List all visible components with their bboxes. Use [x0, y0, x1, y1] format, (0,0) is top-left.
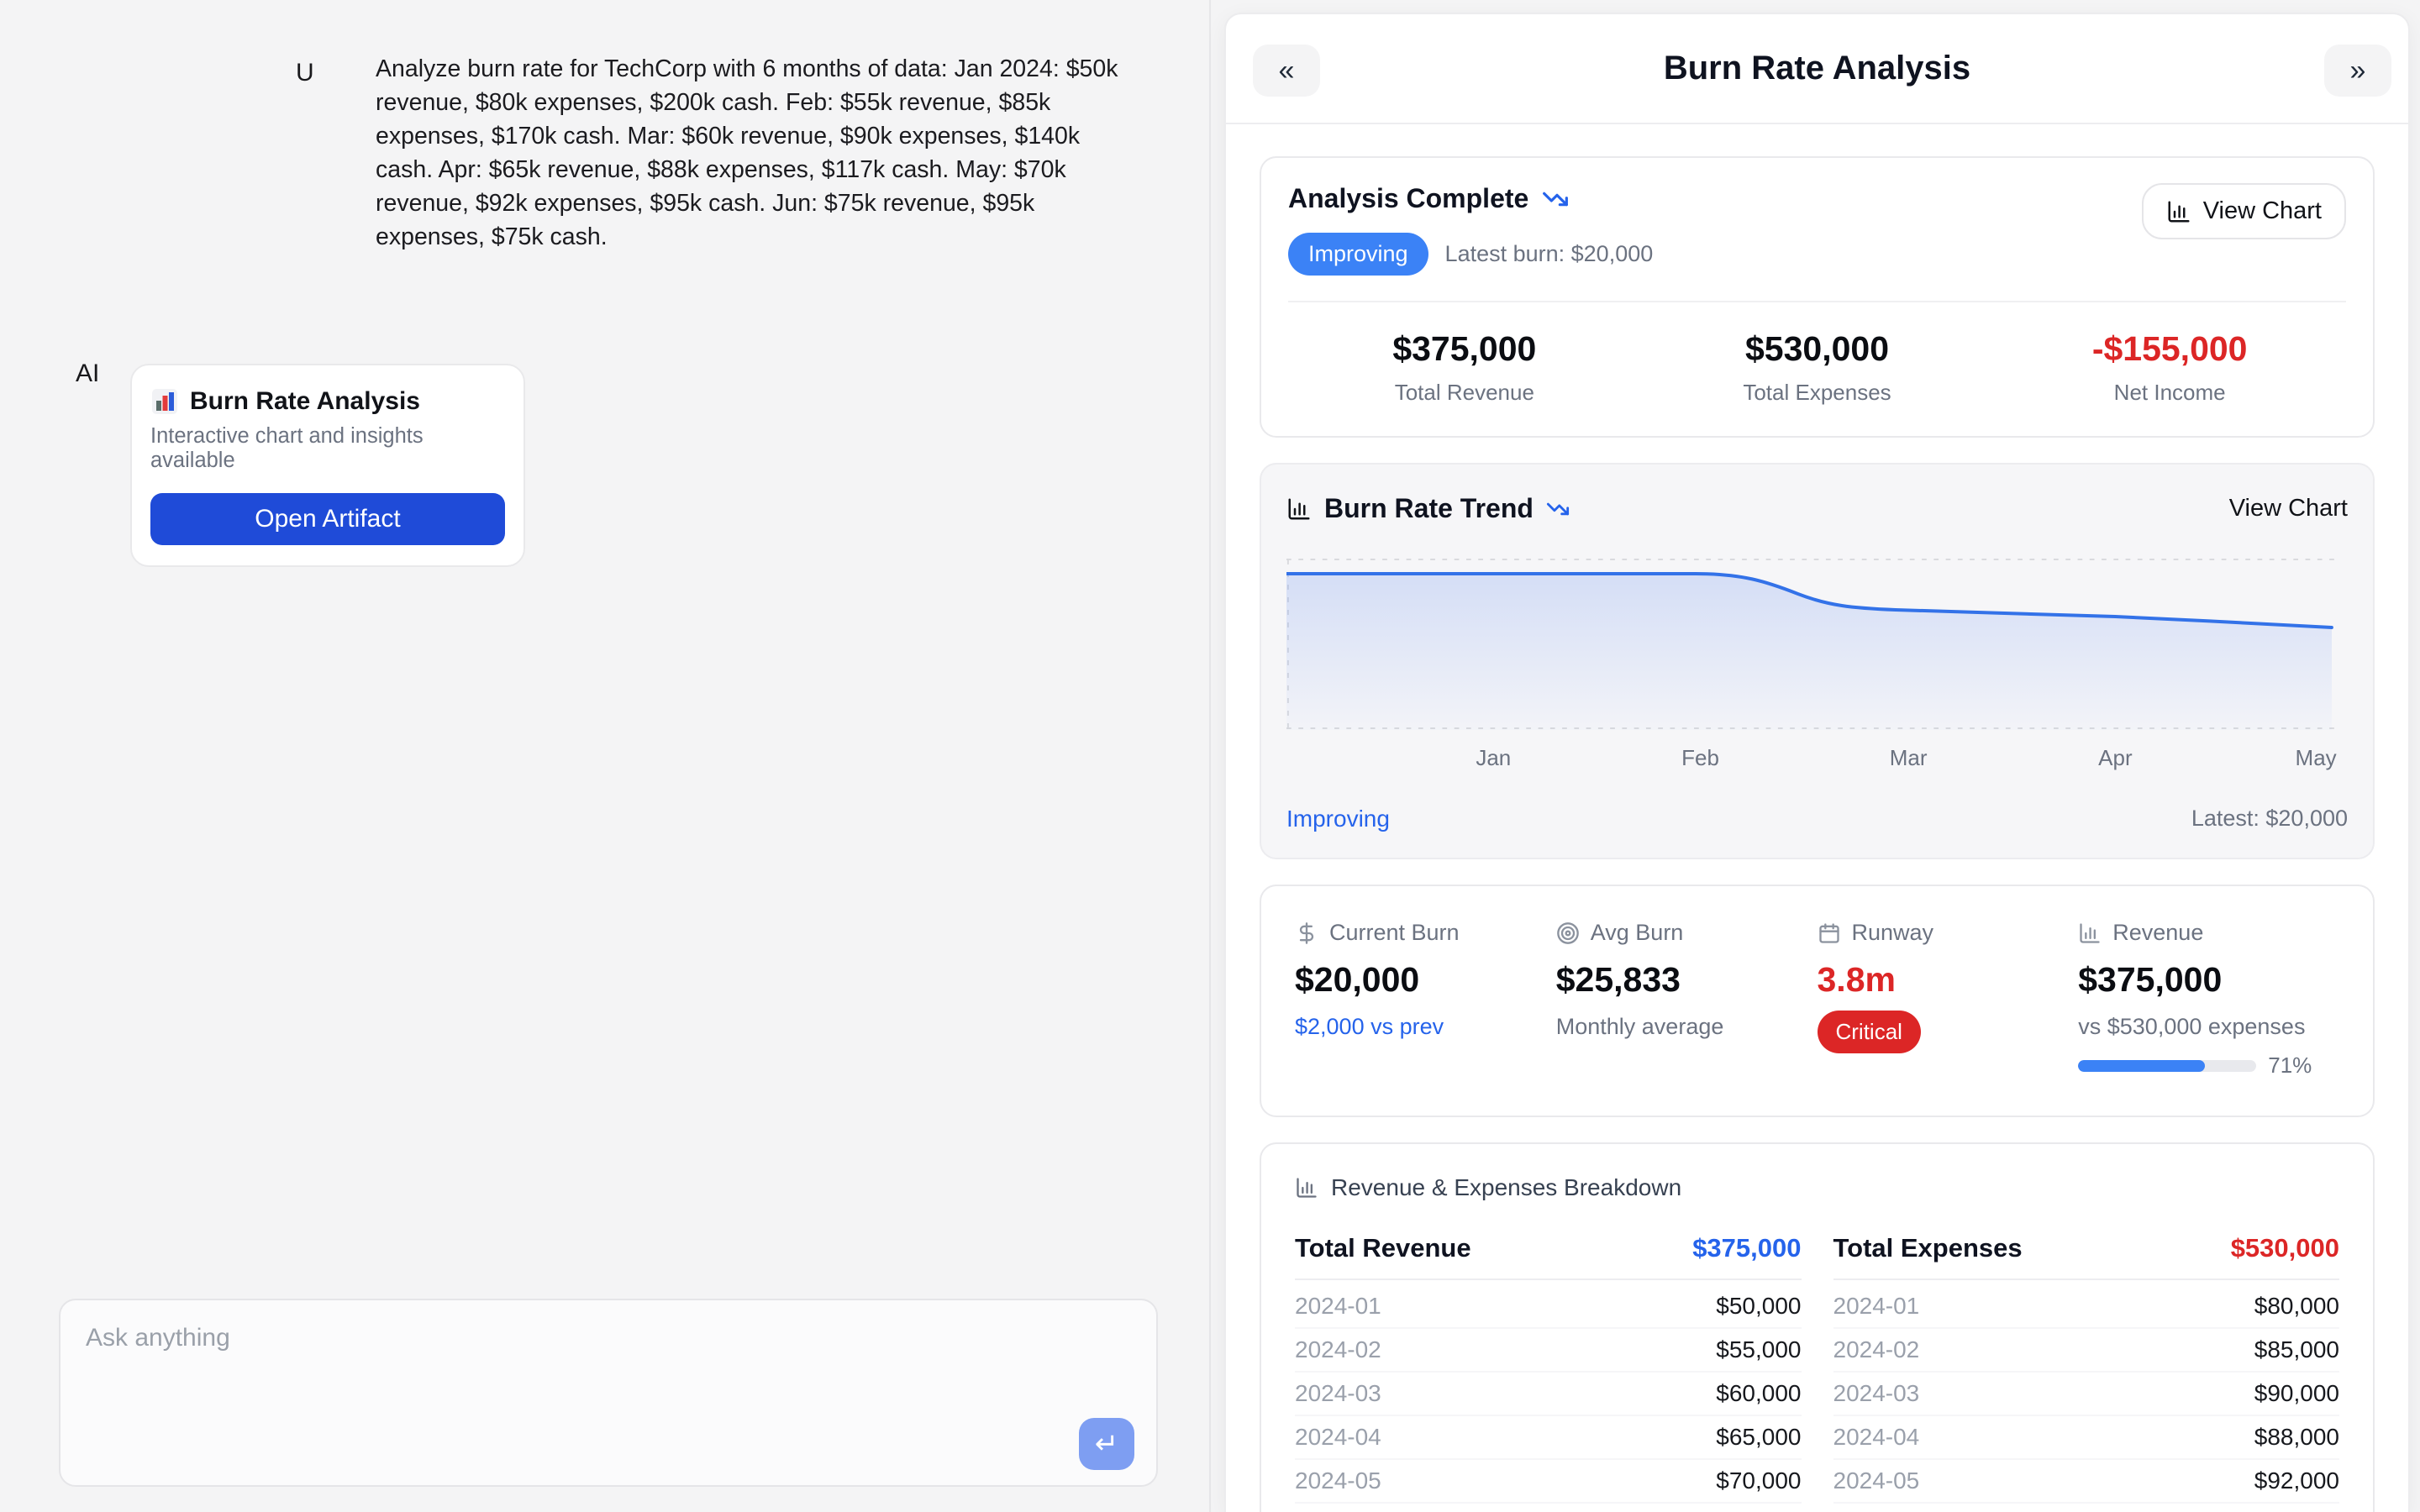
- total-expenses-stat: $530,000 Total Expenses: [1641, 329, 1994, 406]
- burn-rate-trend-card: Burn Rate Trend View Chart: [1260, 463, 2375, 859]
- table-row: 2024-01$80,000: [1833, 1285, 2340, 1329]
- table-row: 2024-05$70,000: [1295, 1460, 1802, 1504]
- table-row: 2024-02$85,000: [1833, 1329, 2340, 1373]
- table-row: 2024-06$95,000: [1833, 1504, 2340, 1512]
- chart-column-icon: [2078, 921, 2102, 945]
- chat-input[interactable]: [60, 1300, 1156, 1410]
- breakdown-title: Revenue & Expenses Breakdown: [1331, 1174, 1681, 1201]
- table-row: 2024-01$50,000: [1295, 1285, 1802, 1329]
- chat-composer[interactable]: ↵: [59, 1299, 1158, 1487]
- table-row: 2024-04$65,000: [1295, 1416, 1802, 1460]
- revenue-metric: Revenue $375,000 vs $530,000 expenses 71…: [2078, 920, 2339, 1079]
- chat-pane: U Analyze burn rate for TechCorp with 6 …: [0, 0, 1211, 1512]
- trend-title: Burn Rate Trend: [1324, 493, 1534, 524]
- trend-latest-text: Latest: $20,000: [2191, 806, 2348, 832]
- artifact-card-title: Burn Rate Analysis: [190, 387, 420, 416]
- artifact-panel: « Burn Rate Analysis » Analysis Complete: [1224, 13, 2410, 1512]
- runway-metric: Runway 3.8m Critical: [1818, 920, 2079, 1079]
- key-metrics-card: Current Burn $20,000 $2,000 vs prev Avg …: [1260, 885, 2375, 1117]
- revenue-progress-fill: [2078, 1060, 2205, 1072]
- trending-down-icon: [1546, 497, 1570, 521]
- revenue-column: Total Revenue $375,000 2024-01$50,000 20…: [1295, 1233, 1802, 1512]
- current-burn-metric: Current Burn $20,000 $2,000 vs prev: [1295, 920, 1556, 1079]
- revenue-progress-label: 71%: [2268, 1053, 2312, 1079]
- table-row: 2024-02$55,000: [1295, 1329, 1802, 1373]
- return-arrow-icon: ↵: [1095, 1427, 1119, 1461]
- chart-column-icon: [1286, 496, 1312, 522]
- artifact-header: « Burn Rate Analysis »: [1226, 14, 2408, 124]
- calendar-icon: [1818, 921, 1841, 945]
- expenses-column: Total Expenses $530,000 2024-01$80,000 2…: [1833, 1233, 2340, 1512]
- artifact-title: Burn Rate Analysis: [1664, 50, 1970, 87]
- table-row: 2024-03$60,000: [1295, 1373, 1802, 1416]
- user-message: Analyze burn rate for TechCorp with 6 mo…: [376, 52, 1137, 254]
- target-icon: [1556, 921, 1580, 945]
- user-avatar: U: [296, 59, 314, 87]
- table-row: 2024-05$92,000: [1833, 1460, 2340, 1504]
- trend-view-chart-link[interactable]: View Chart: [2229, 495, 2348, 522]
- ai-avatar: AI: [76, 360, 99, 388]
- chart-column-icon: [2166, 199, 2191, 224]
- x-label-jan: Jan: [1476, 745, 1511, 771]
- dollar-icon: [1295, 921, 1318, 945]
- x-label-mar: Mar: [1890, 745, 1928, 771]
- artifact-card-subtitle: Interactive chart and insights available: [150, 424, 505, 473]
- x-label-may: May: [2296, 745, 2337, 771]
- revenue-progress-track: [2078, 1060, 2256, 1072]
- analysis-summary-card: Analysis Complete Improving Latest burn:…: [1260, 156, 2375, 438]
- x-label-feb: Feb: [1681, 745, 1719, 771]
- table-row: 2024-04$88,000: [1833, 1416, 2340, 1460]
- trending-down-icon: [1542, 186, 1569, 213]
- summary-divider: [1288, 301, 2346, 302]
- artifact-preview-card[interactable]: Burn Rate Analysis Interactive chart and…: [130, 364, 525, 567]
- improving-badge: Improving: [1288, 233, 1428, 276]
- avg-burn-metric: Avg Burn $25,833 Monthly average: [1556, 920, 1818, 1079]
- view-chart-button[interactable]: View Chart: [2142, 183, 2346, 239]
- table-row: 2024-03$90,000: [1833, 1373, 2340, 1416]
- x-axis-labels: Jan Feb Mar Apr May: [1286, 745, 2348, 779]
- breakdown-card: Revenue & Expenses Breakdown Total Reven…: [1260, 1142, 2375, 1512]
- expand-panel-button[interactable]: »: [2324, 45, 2391, 97]
- summary-title: Analysis Complete: [1288, 183, 1528, 214]
- bar-chart-emoji-icon: [150, 387, 179, 416]
- send-button[interactable]: ↵: [1079, 1418, 1134, 1470]
- total-revenue-stat: $375,000 Total Revenue: [1288, 329, 1641, 406]
- burn-rate-line-chart: [1286, 558, 2348, 730]
- net-income-stat: -$155,000 Net Income: [1993, 329, 2346, 406]
- x-label-apr: Apr: [2098, 745, 2132, 771]
- table-row: 2024-06$75,000: [1295, 1504, 1802, 1512]
- chart-column-icon: [1295, 1176, 1318, 1200]
- trend-status-text: Improving: [1286, 806, 1390, 832]
- latest-burn-text: Latest burn: $20,000: [1445, 241, 1654, 267]
- open-artifact-button[interactable]: Open Artifact: [150, 493, 505, 545]
- critical-badge: Critical: [1818, 1011, 1921, 1053]
- collapse-panel-button[interactable]: «: [1253, 45, 1320, 97]
